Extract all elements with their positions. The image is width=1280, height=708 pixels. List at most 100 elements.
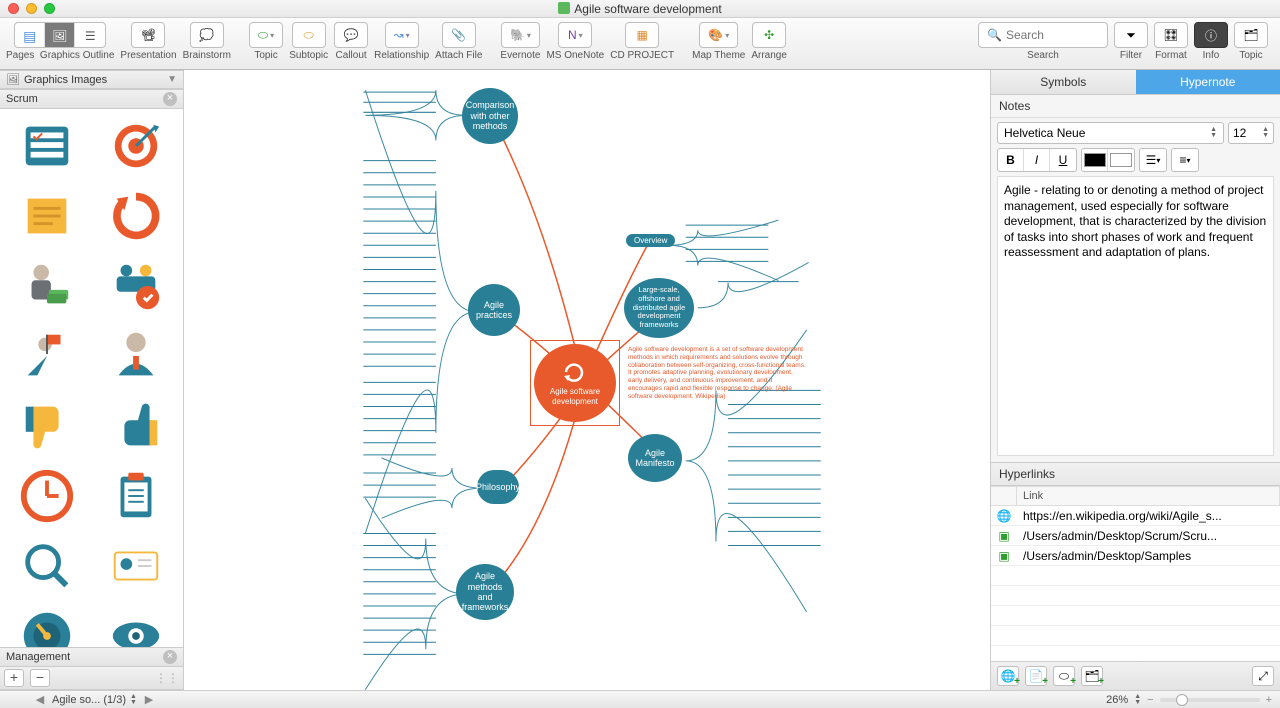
graphic-clock[interactable]: [4, 463, 90, 529]
graphics-images-header[interactable]: 🖼Graphics Images ▼: [0, 70, 183, 89]
text-color-button[interactable]: [1082, 149, 1108, 171]
page-next-button[interactable]: ▶: [141, 693, 157, 706]
notes-textarea[interactable]: Agile - relating to or denoting a method…: [997, 176, 1274, 456]
map-theme-button[interactable]: 🎨▾: [699, 22, 738, 48]
views-group-label: Pages Graphics Outline: [6, 50, 114, 61]
graphic-money-person[interactable]: [4, 253, 90, 319]
brainstorm-button[interactable]: 💭: [190, 22, 224, 48]
pages-view-button[interactable]: ▤: [15, 23, 45, 48]
bg-color-button[interactable]: [1108, 149, 1134, 171]
zoom-in-button[interactable]: +: [1266, 694, 1272, 706]
add-web-link-button[interactable]: 🌐+: [997, 666, 1019, 686]
topic-button[interactable]: ⬭▾: [249, 22, 283, 48]
scrum-header[interactable]: Scrum ×: [0, 89, 183, 109]
graphic-businessman[interactable]: [94, 323, 180, 389]
filter-button[interactable]: ⏷: [1114, 22, 1148, 48]
node-philosophy[interactable]: Philosophy: [477, 470, 519, 504]
graphic-gauge[interactable]: [4, 603, 90, 647]
graphic-team-gear[interactable]: [94, 253, 180, 319]
node-manifesto[interactable]: Agile Manifesto: [628, 434, 682, 482]
graphic-thumbs-up[interactable]: [94, 393, 180, 459]
evernote-button[interactable]: 🐘▾: [501, 22, 540, 48]
evernote-label: Evernote: [500, 50, 540, 61]
subtopic-label: Subtopic: [289, 50, 328, 61]
search-label: Search: [1027, 50, 1059, 61]
close-management-button[interactable]: ×: [163, 650, 177, 664]
mindmap-canvas[interactable]: Agile software development Comparison wi…: [184, 70, 990, 690]
dropdown-icon[interactable]: ▼: [167, 74, 177, 85]
node-methods[interactable]: Agile methods and frameworks: [456, 564, 514, 620]
graphic-reload[interactable]: [94, 183, 180, 249]
expand-hyperlinks-button[interactable]: ⤢: [1252, 666, 1274, 686]
close-scrum-button[interactable]: ×: [163, 92, 177, 106]
arrange-button[interactable]: ✣: [752, 22, 786, 48]
info-button[interactable]: ⓘ: [1194, 22, 1228, 48]
graphic-clipboard[interactable]: [94, 463, 180, 529]
underline-button[interactable]: U: [1050, 149, 1076, 171]
node-practices[interactable]: Agile practices: [468, 284, 520, 336]
italic-button[interactable]: I: [1024, 149, 1050, 171]
hyperlink-row[interactable]: 🌐https://en.wikipedia.org/wiki/Agile_s..…: [991, 506, 1280, 526]
page-stepper[interactable]: ▲▼: [130, 694, 137, 706]
font-select[interactable]: Helvetica Neue▲▼: [997, 122, 1224, 144]
zoom-out-button[interactable]: −: [1147, 694, 1153, 706]
outline-view-button[interactable]: ☰: [75, 23, 105, 48]
presentation-button[interactable]: 📽: [131, 22, 165, 48]
hyperlinks-header: Hyperlinks: [991, 462, 1280, 486]
zoom-stepper[interactable]: ▲▼: [1134, 694, 1141, 706]
callout-button[interactable]: 💬: [334, 22, 368, 48]
hyperlink-row[interactable]: ▣/Users/admin/Desktop/Scrum/Scru...: [991, 526, 1280, 546]
subtopic-button[interactable]: ⬭: [292, 22, 326, 48]
remove-library-button[interactable]: −: [30, 669, 50, 687]
graphic-sticky[interactable]: [4, 183, 90, 249]
graphic-id-card[interactable]: [94, 533, 180, 599]
list-button[interactable]: ☰▾: [1140, 149, 1166, 171]
graphic-flag-person[interactable]: [4, 323, 90, 389]
onenote-button[interactable]: N▾: [558, 22, 592, 48]
font-size-select[interactable]: 12▲▼: [1228, 122, 1274, 144]
link-column-header[interactable]: Link: [1017, 487, 1280, 505]
graphic-thumbs-down[interactable]: [4, 393, 90, 459]
search-input[interactable]: 🔍: [978, 22, 1108, 48]
align-button[interactable]: ≡▾: [1172, 149, 1198, 171]
attach-file-label: Attach File: [435, 50, 482, 61]
central-topic[interactable]: Agile software development: [534, 344, 616, 422]
bold-button[interactable]: B: [998, 149, 1024, 171]
add-page-link-button[interactable]: 🗂+: [1081, 666, 1103, 686]
hyperlink-row[interactable]: ▣/Users/admin/Desktop/Samples: [991, 546, 1280, 566]
graphic-checklist[interactable]: [4, 113, 90, 179]
attach-file-button[interactable]: 📎: [442, 22, 476, 48]
format-button[interactable]: 🎛: [1154, 22, 1188, 48]
zoom-slider[interactable]: [1160, 698, 1260, 702]
doc-icon: [558, 2, 570, 14]
node-overview[interactable]: Overview: [626, 234, 675, 247]
central-annotation: Agile software development is a set of s…: [628, 346, 808, 401]
page-prev-button[interactable]: ◀: [32, 693, 48, 706]
management-header[interactable]: Management ×: [0, 647, 183, 667]
topic-panel-button[interactable]: 🗂: [1234, 22, 1268, 48]
graphics-view-button[interactable]: 🖼: [45, 23, 75, 48]
add-library-button[interactable]: +: [4, 669, 24, 687]
handle-icon[interactable]: ⋮⋮: [155, 671, 179, 685]
cdproject-button[interactable]: ▦: [625, 22, 659, 48]
node-comparison[interactable]: Comparison with other methods: [462, 88, 518, 144]
graphic-eye[interactable]: [94, 603, 180, 647]
relationship-button[interactable]: ↝▾: [385, 22, 419, 48]
topic-label: Topic: [254, 50, 277, 61]
graphic-magnifier[interactable]: [4, 533, 90, 599]
graphic-target[interactable]: [94, 113, 180, 179]
relationship-label: Relationship: [374, 50, 429, 61]
cdproject-label: CD PROJECT: [610, 50, 674, 61]
node-largescale[interactable]: Large-scale, offshore and distributed ag…: [624, 278, 694, 338]
zoom-value: 26%: [1106, 694, 1128, 706]
map-theme-label: Map Theme: [692, 50, 745, 61]
globe-icon: 🌐: [991, 509, 1017, 523]
info-label: Info: [1203, 50, 1220, 61]
app-icon: ▣: [991, 529, 1017, 543]
presentation-label: Presentation: [120, 50, 176, 61]
tab-hypernote[interactable]: Hypernote: [1136, 70, 1280, 95]
add-topic-link-button[interactable]: ⬭+: [1053, 666, 1075, 686]
page-indicator[interactable]: Agile so... (1/3): [52, 694, 126, 706]
add-file-link-button[interactable]: 📄+: [1025, 666, 1047, 686]
tab-symbols[interactable]: Symbols: [991, 70, 1136, 95]
